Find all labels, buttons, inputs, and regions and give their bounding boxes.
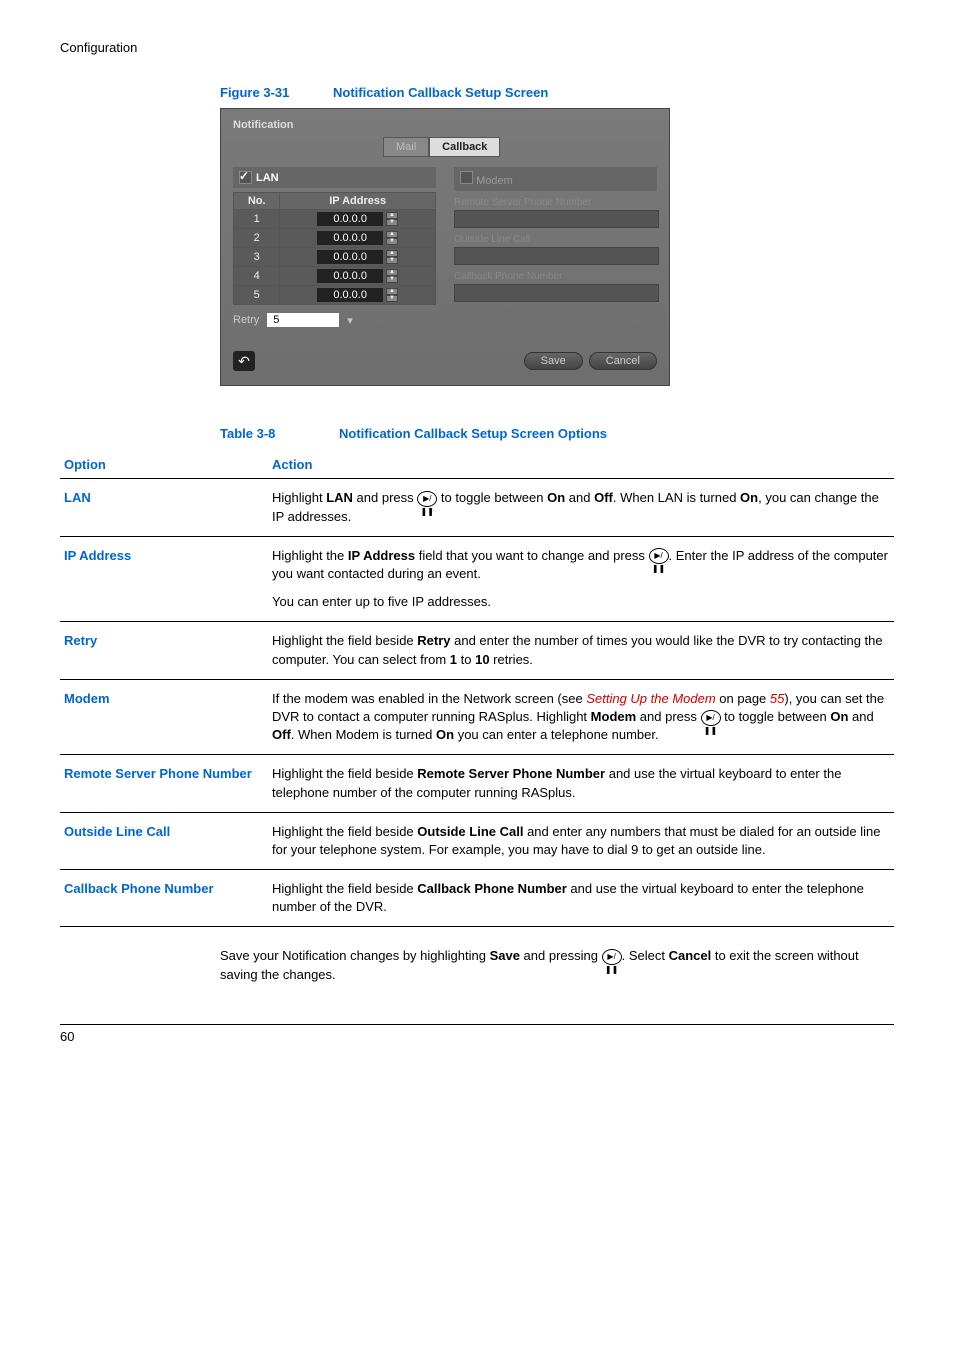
play-pause-icon: ▶/❚❚: [417, 491, 437, 507]
option-outside-line: Outside Line Call: [60, 812, 268, 869]
table-row: Modem If the modem was enabled in the Ne…: [60, 679, 894, 755]
table-row: 5 0.0.0.0 ▲▼: [234, 286, 436, 305]
remote-phone-label: Remote Server Phone Number: [454, 197, 657, 208]
page-number: 60: [60, 1029, 74, 1044]
spinner-icon[interactable]: ▲▼: [386, 250, 398, 264]
table-row: IP Address Highlight the IP Address fiel…: [60, 536, 894, 622]
lan-column: LAN No. IP Address 1 0.0.0.0 ▲▼ 2 0.0.0.…: [233, 167, 436, 327]
tab-mail[interactable]: Mail: [383, 137, 429, 157]
table-row: Retry Highlight the field beside Retry a…: [60, 622, 894, 679]
option-callback-phone: Callback Phone Number: [60, 870, 268, 927]
tab-callback[interactable]: Callback: [429, 137, 500, 157]
table-caption: Table 3-8 Notification Callback Setup Sc…: [220, 426, 894, 441]
spinner-icon[interactable]: ▲▼: [386, 288, 398, 302]
lan-checkbox-icon[interactable]: [239, 171, 252, 184]
page-footer: 60: [60, 1024, 894, 1044]
link-page-55[interactable]: 55: [770, 691, 784, 706]
option-modem: Modem: [60, 679, 268, 755]
row-ip[interactable]: 0.0.0.0 ▲▼: [280, 267, 436, 286]
play-pause-icon: ▶/❚❚: [701, 710, 721, 726]
spinner-icon[interactable]: ▲▼: [386, 269, 398, 283]
row-ip[interactable]: 0.0.0.0 ▲▼: [280, 286, 436, 305]
action-lan: Highlight LAN and press ▶/❚❚ to toggle b…: [268, 479, 894, 536]
modem-column: Modem Remote Server Phone Number Outside…: [454, 167, 657, 327]
lan-header[interactable]: LAN: [233, 167, 436, 188]
action-callback-phone: Highlight the field beside Callback Phon…: [268, 870, 894, 927]
row-no: 3: [234, 248, 280, 267]
retry-row: Retry 5 ▾: [233, 313, 436, 327]
action-outside-line: Highlight the field beside Outside Line …: [268, 812, 894, 869]
row-no: 5: [234, 286, 280, 305]
row-no: 1: [234, 210, 280, 229]
table-title: Notification Callback Setup Screen Optio…: [339, 426, 607, 441]
figure-label: Figure 3-31: [220, 85, 289, 100]
figure-caption: Figure 3-31 Notification Callback Setup …: [220, 85, 894, 100]
back-icon[interactable]: ↶: [233, 351, 255, 371]
modem-header[interactable]: Modem: [454, 167, 657, 191]
spinner-icon[interactable]: ▲▼: [386, 231, 398, 245]
table-row: 2 0.0.0.0 ▲▼: [234, 229, 436, 248]
cancel-button[interactable]: Cancel: [589, 352, 657, 370]
callback-phone-input[interactable]: [454, 284, 659, 302]
action-remote-phone: Highlight the field beside Remote Server…: [268, 755, 894, 812]
dialog-title: Notification: [233, 119, 657, 131]
retry-label: Retry: [233, 314, 259, 326]
outside-line-label: Outside Line Call: [454, 234, 657, 245]
notification-screenshot: Notification Mail Callback LAN No. IP Ad…: [220, 108, 670, 386]
remote-phone-input[interactable]: [454, 210, 659, 228]
bottom-bar: ↶ Save Cancel: [233, 345, 657, 371]
col-no: No.: [234, 193, 280, 210]
modem-checkbox-icon[interactable]: [460, 171, 473, 184]
save-button[interactable]: Save: [524, 352, 583, 370]
table-label: Table 3-8: [220, 426, 275, 441]
col-ip: IP Address: [280, 193, 436, 210]
link-setting-up-modem[interactable]: Setting Up the Modem: [586, 691, 715, 706]
action-retry: Highlight the field beside Retry and ent…: [268, 622, 894, 679]
figure-title: Notification Callback Setup Screen: [333, 85, 548, 100]
row-ip[interactable]: 0.0.0.0 ▲▼: [280, 229, 436, 248]
lan-label: LAN: [256, 172, 279, 184]
dropdown-icon[interactable]: ▾: [347, 314, 353, 327]
header-action: Action: [268, 451, 894, 479]
option-remote-phone: Remote Server Phone Number: [60, 755, 268, 812]
option-ip-address: IP Address: [60, 536, 268, 622]
header-option: Option: [60, 451, 268, 479]
retry-input[interactable]: 5: [267, 313, 339, 327]
callback-phone-label: Callback Phone Number: [454, 271, 657, 282]
table-row: 4 0.0.0.0 ▲▼: [234, 267, 436, 286]
modem-label: Modem: [476, 175, 513, 187]
option-lan: LAN: [60, 479, 268, 536]
table-row: LAN Highlight LAN and press ▶/❚❚ to togg…: [60, 479, 894, 536]
spinner-icon[interactable]: ▲▼: [386, 212, 398, 226]
row-ip[interactable]: 0.0.0.0 ▲▼: [280, 248, 436, 267]
action-ip-address: Highlight the IP Address field that you …: [268, 536, 894, 622]
row-no: 2: [234, 229, 280, 248]
action-modem: If the modem was enabled in the Network …: [268, 679, 894, 755]
option-retry: Retry: [60, 622, 268, 679]
table-row: 3 0.0.0.0 ▲▼: [234, 248, 436, 267]
tabs: Mail Callback: [233, 137, 657, 157]
table-row: Outside Line Call Highlight the field be…: [60, 812, 894, 869]
table-row: Remote Server Phone Number Highlight the…: [60, 755, 894, 812]
table-row: 1 0.0.0.0 ▲▼: [234, 210, 436, 229]
section-header: Configuration: [60, 40, 894, 55]
ip-address-table: No. IP Address 1 0.0.0.0 ▲▼ 2 0.0.0.0 ▲▼…: [233, 192, 436, 305]
outside-line-input[interactable]: [454, 247, 659, 265]
footer-paragraph: Save your Notification changes by highli…: [220, 947, 894, 983]
options-table: Option Action LAN Highlight LAN and pres…: [60, 451, 894, 927]
row-ip[interactable]: 0.0.0.0 ▲▼: [280, 210, 436, 229]
play-pause-icon: ▶/❚❚: [602, 949, 622, 965]
table-row: Callback Phone Number Highlight the fiel…: [60, 870, 894, 927]
play-pause-icon: ▶/❚❚: [649, 548, 669, 564]
row-no: 4: [234, 267, 280, 286]
